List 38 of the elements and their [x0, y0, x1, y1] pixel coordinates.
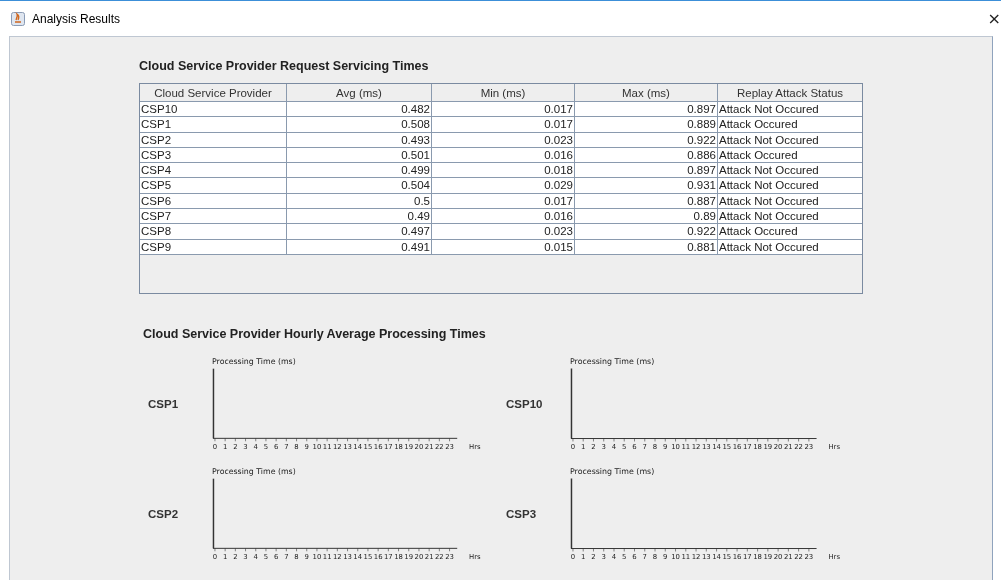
- table-cell: 0.497: [287, 224, 432, 240]
- table-cell: Attack Not Occured: [718, 132, 862, 148]
- section-title: Cloud Service Provider Request Servicing Times: [139, 59, 430, 73]
- chart-label: CSP1: [148, 398, 180, 410]
- table-cell: CSP8: [140, 224, 287, 240]
- window-title: Analysis Results: [32, 11, 121, 26]
- table-cell: 0.922: [575, 132, 718, 148]
- axis-label: Processing Time (ms): [570, 356, 655, 366]
- table-cell: 0.931: [575, 178, 718, 194]
- table-cell: 0.889: [575, 117, 718, 133]
- table-cell: 0.881: [575, 239, 718, 255]
- table-cell: CSP5: [140, 178, 287, 194]
- table-cell: 0.922: [575, 224, 718, 240]
- table-cell: 0.491: [287, 239, 432, 255]
- table-cell: CSP9: [140, 239, 287, 255]
- axis-label: Processing Time (ms): [211, 356, 296, 366]
- table-cell: 0.493: [287, 132, 432, 148]
- section-title: Cloud Service Provider Hourly Average Processing Times: [143, 327, 487, 341]
- app-icon: [11, 11, 25, 26]
- table-cell: CSP2: [140, 132, 287, 148]
- table-cell: 0.508: [287, 117, 432, 133]
- table-cell: CSP1: [140, 117, 287, 133]
- axis-label: Processing Time (ms): [570, 466, 655, 476]
- table-cell: 0.023: [432, 224, 575, 240]
- table-cell: 0.023: [432, 132, 575, 148]
- close-button[interactable]: ×: [983, 9, 1001, 28]
- chart-label: CSP10: [506, 398, 544, 410]
- table-cell: Attack Occured: [718, 224, 862, 240]
- table-cell: 0.017: [432, 117, 575, 133]
- chart-label: CSP2: [148, 508, 180, 520]
- table-cell: 0.504: [287, 178, 432, 194]
- table-cell: Attack Not Occured: [718, 178, 862, 194]
- table-cell: Attack Not Occured: [718, 239, 862, 255]
- axis-label: Processing Time (ms): [211, 466, 296, 476]
- chart-label: CSP3: [506, 508, 538, 520]
- table-cell: Attack Occured: [718, 117, 862, 133]
- table-cell: 0.029: [432, 178, 575, 194]
- table-cell: 0.015: [432, 239, 575, 255]
